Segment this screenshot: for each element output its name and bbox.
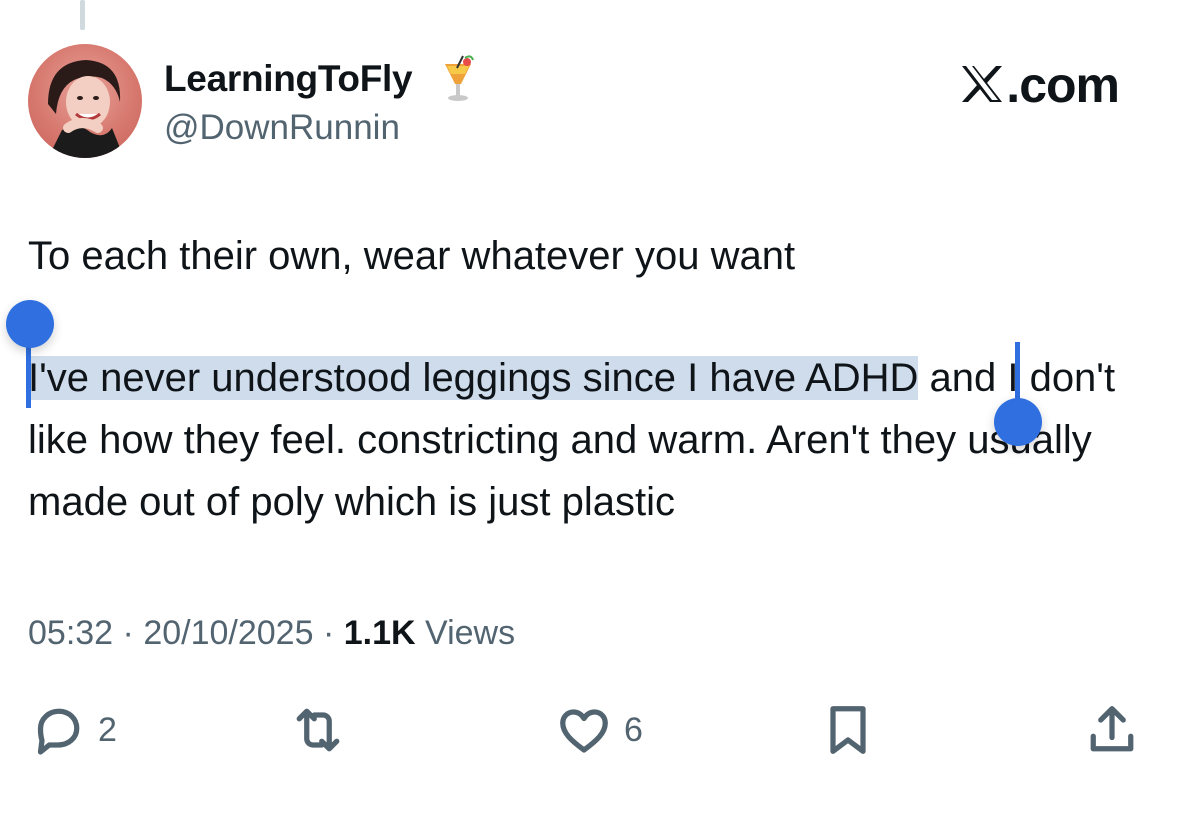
share-icon bbox=[1090, 706, 1134, 752]
tropical-drink-icon bbox=[445, 55, 474, 101]
thread-connector-line bbox=[80, 0, 85, 30]
avatar[interactable] bbox=[28, 44, 142, 158]
views-label: Views bbox=[425, 614, 516, 652]
post-metadata: 05:32 · 20/10/2025 · 1.1K Views bbox=[28, 614, 515, 653]
bookmark-button[interactable] bbox=[818, 700, 878, 760]
brand-domain: .com bbox=[1006, 57, 1120, 113]
reply-icon bbox=[37, 708, 80, 755]
like-icon bbox=[560, 709, 608, 753]
bookmark-icon bbox=[830, 706, 866, 754]
user-handle[interactable]: @DownRunnin bbox=[164, 108, 400, 148]
selection-end-handle[interactable] bbox=[994, 398, 1042, 446]
post-time[interactable]: 05:32 bbox=[28, 614, 113, 652]
separator-dot: · bbox=[322, 614, 335, 652]
separator-dot: · bbox=[122, 614, 134, 652]
post-text-paragraph: I've never understood leggings since I h… bbox=[28, 347, 1148, 533]
post-date[interactable]: 20/10/2025 bbox=[143, 614, 313, 652]
like-count: 6 bbox=[624, 710, 643, 749]
reply-count: 2 bbox=[98, 710, 117, 749]
like-button[interactable]: 6 bbox=[554, 700, 643, 760]
selected-text[interactable]: I've never understood leggings since I h… bbox=[28, 356, 919, 400]
display-name[interactable]: LearningToFly bbox=[164, 58, 413, 100]
views-count: 1.1K bbox=[343, 614, 416, 652]
repost-button[interactable] bbox=[288, 700, 348, 760]
selection-start-caret bbox=[26, 342, 31, 408]
selection-start-handle[interactable] bbox=[6, 300, 54, 348]
share-button[interactable] bbox=[1082, 700, 1142, 760]
repost-icon bbox=[296, 708, 340, 752]
x-brand-watermark: .com bbox=[960, 56, 1120, 114]
x-logo-icon bbox=[962, 66, 1003, 102]
avatar-portrait-icon bbox=[48, 60, 124, 158]
reply-button[interactable]: 2 bbox=[28, 700, 117, 760]
post-text-line: To each their own, wear whatever you wan… bbox=[28, 234, 796, 278]
